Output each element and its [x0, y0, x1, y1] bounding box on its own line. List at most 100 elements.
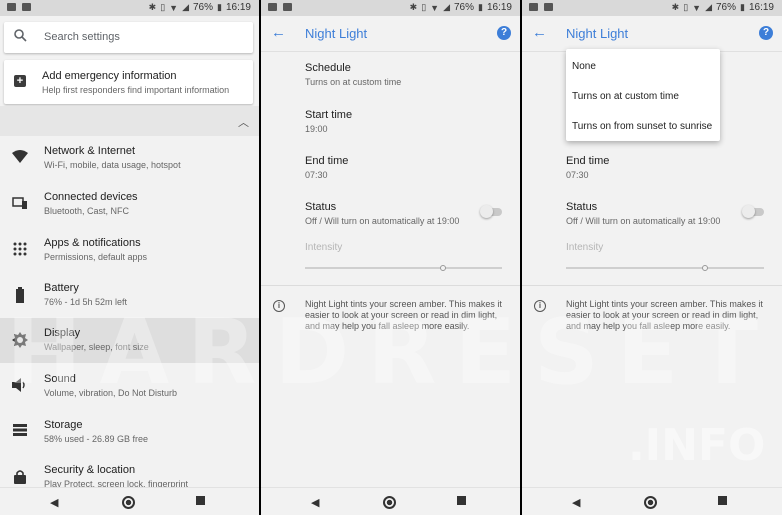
vibrate-icon: ▯ — [683, 2, 689, 12]
settings-item-sound[interactable]: Sound Volume, vibration, Do Not Disturb — [0, 364, 259, 409]
schedule-title: Schedule — [305, 62, 351, 74]
home-nav-icon[interactable] — [383, 496, 396, 509]
emergency-info-card[interactable]: + Add emergency information Help first r… — [4, 60, 253, 104]
battery-icon — [12, 287, 28, 303]
settings-item-apps[interactable]: Apps & notifications Permissions, defaul… — [0, 228, 259, 273]
back-arrow-icon[interactable]: ← — [532, 24, 547, 41]
back-arrow-icon[interactable]: ← — [271, 24, 286, 41]
item-title: Network & Internet — [44, 145, 136, 157]
option-custom-time[interactable]: Turns on at custom time — [572, 91, 679, 102]
slider-thumb[interactable] — [701, 265, 708, 271]
end-time-title: End time — [566, 155, 610, 167]
item-title: Connected devices — [44, 191, 138, 203]
night-light-dropdown-panel: ✱ ▯ ▼ ◢ 76% ▮ 16:19 ← Night Light ? End … — [522, 0, 782, 515]
info-text: Night Light tints your screen amber. Thi… — [566, 299, 763, 331]
intensity-slider[interactable] — [566, 265, 764, 271]
settings-item-display[interactable]: Display Wallpaper, sleep, font size — [0, 318, 259, 363]
clock: 16:19 — [748, 2, 774, 13]
status-toggle[interactable] — [480, 205, 502, 218]
settings-item-storage[interactable]: Storage 58% used - 26.89 GB free — [0, 410, 259, 455]
night-light-panel: ✱ ▯ ▼ ◢ 76% ▮ 16:19 ← Night Light ? Sche… — [261, 0, 520, 515]
status-bar: ✱ ▯ ▼ ◢ 76% ▮ 16:19 — [261, 0, 520, 16]
item-subtitle: Volume, vibration, Do Not Disturb — [44, 388, 178, 398]
recents-nav-icon[interactable] — [718, 496, 727, 505]
navigation-bar: ◀ — [261, 487, 520, 515]
app-bar: ← Night Light ? — [522, 16, 782, 52]
status-setting[interactable]: Status Off / Will turn on automatically … — [305, 201, 459, 226]
item-title: Battery — [44, 282, 79, 294]
notification-icon — [283, 3, 292, 11]
info-icon: i — [273, 300, 285, 312]
intensity-slider[interactable] — [305, 265, 502, 271]
schedule-setting[interactable]: Schedule Turns on at custom time — [305, 62, 401, 87]
item-title: Sound — [44, 373, 76, 385]
clock: 16:19 — [486, 2, 512, 13]
info-text: Night Light tints your screen amber. Thi… — [305, 299, 502, 331]
bluetooth-icon: ✱ — [671, 2, 680, 12]
apps-icon — [12, 242, 28, 258]
end-time-value: 07:30 — [305, 170, 328, 180]
status-title: Status — [566, 201, 598, 213]
intensity-label: Intensity — [566, 242, 604, 253]
status-setting[interactable]: Status Off / Will turn on automatically … — [566, 201, 720, 226]
battery-status-icon: ▮ — [740, 2, 745, 12]
option-sunset-sunrise[interactable]: Turns on from sunset to sunrise — [572, 121, 712, 132]
toggle-knob — [742, 205, 755, 218]
settings-panel: ✱ ▯ ▼ ◢ 76% ▮ 16:19 Search settings + Ad… — [0, 0, 259, 515]
vibrate-icon: ▯ — [421, 2, 427, 12]
recents-nav-icon[interactable] — [196, 496, 205, 505]
battery-status-icon: ▮ — [478, 2, 483, 12]
vibrate-icon: ▯ — [160, 2, 166, 12]
settings-item-network[interactable]: Network & Internet Wi-Fi, mobile, data u… — [0, 136, 259, 181]
home-nav-icon[interactable] — [644, 496, 657, 509]
recents-nav-icon[interactable] — [457, 496, 466, 505]
status-bar: ✱ ▯ ▼ ◢ 76% ▮ 16:19 — [0, 0, 259, 16]
item-subtitle: 58% used - 26.89 GB free — [44, 434, 149, 444]
wifi-status-icon: ▼ — [169, 2, 179, 13]
chevron-up-icon: ︿ — [238, 117, 249, 129]
divider — [261, 285, 520, 286]
back-nav-icon[interactable]: ◀ — [572, 496, 580, 509]
end-time-setting[interactable]: End time 07:30 — [305, 155, 348, 180]
status-toggle[interactable] — [742, 205, 764, 218]
status-value: Off / Will turn on automatically at 19:0… — [305, 216, 460, 226]
bluetooth-icon: ✱ — [148, 2, 157, 12]
item-subtitle: Wallpaper, sleep, font size — [44, 342, 149, 352]
item-subtitle: Wi-Fi, mobile, data usage, hotspot — [44, 160, 181, 170]
status-value: Off / Will turn on automatically at 19:0… — [566, 216, 721, 226]
navigation-bar: ◀ — [522, 487, 782, 515]
help-icon[interactable]: ? — [759, 26, 773, 40]
gallery-icon — [268, 3, 277, 11]
search-bar[interactable]: Search settings — [4, 22, 253, 53]
emergency-title: Add emergency information — [42, 70, 177, 82]
battery-percent: 76% — [454, 2, 475, 13]
battery-status-icon: ▮ — [217, 2, 222, 12]
navigation-bar: ◀ — [0, 487, 259, 515]
page-title: Night Light — [305, 26, 368, 41]
battery-percent: 76% — [193, 2, 214, 13]
notification-icon — [22, 3, 31, 11]
item-title: Display — [44, 327, 81, 339]
start-time-setting[interactable]: Start time 19:00 — [305, 109, 352, 134]
wifi-status-icon: ▼ — [430, 2, 440, 13]
option-none[interactable]: None — [572, 61, 596, 72]
back-nav-icon[interactable]: ◀ — [50, 496, 58, 509]
wifi-status-icon: ▼ — [692, 2, 702, 13]
volume-icon — [12, 378, 28, 394]
settings-item-battery[interactable]: Battery 76% - 1d 5h 52m left — [0, 273, 259, 318]
gallery-icon — [529, 3, 538, 11]
back-nav-icon[interactable]: ◀ — [311, 496, 319, 509]
signal-icon: ◢ — [705, 2, 712, 12]
home-nav-icon[interactable] — [122, 496, 135, 509]
collapse-suggestions[interactable]: ︿ — [0, 106, 259, 136]
help-icon[interactable]: ? — [497, 26, 511, 40]
end-time-title: End time — [305, 155, 349, 167]
slider-thumb[interactable] — [439, 265, 446, 271]
settings-item-connected-devices[interactable]: Connected devices Bluetooth, Cast, NFC — [0, 182, 259, 227]
item-subtitle: Permissions, default apps — [44, 252, 148, 262]
emergency-subtitle: Help first responders find important inf… — [42, 85, 230, 95]
end-time-setting[interactable]: End time 07:30 — [566, 155, 609, 180]
item-title: Apps & notifications — [44, 237, 141, 249]
item-subtitle: 76% - 1d 5h 52m left — [44, 297, 128, 307]
bluetooth-icon: ✱ — [409, 2, 418, 12]
